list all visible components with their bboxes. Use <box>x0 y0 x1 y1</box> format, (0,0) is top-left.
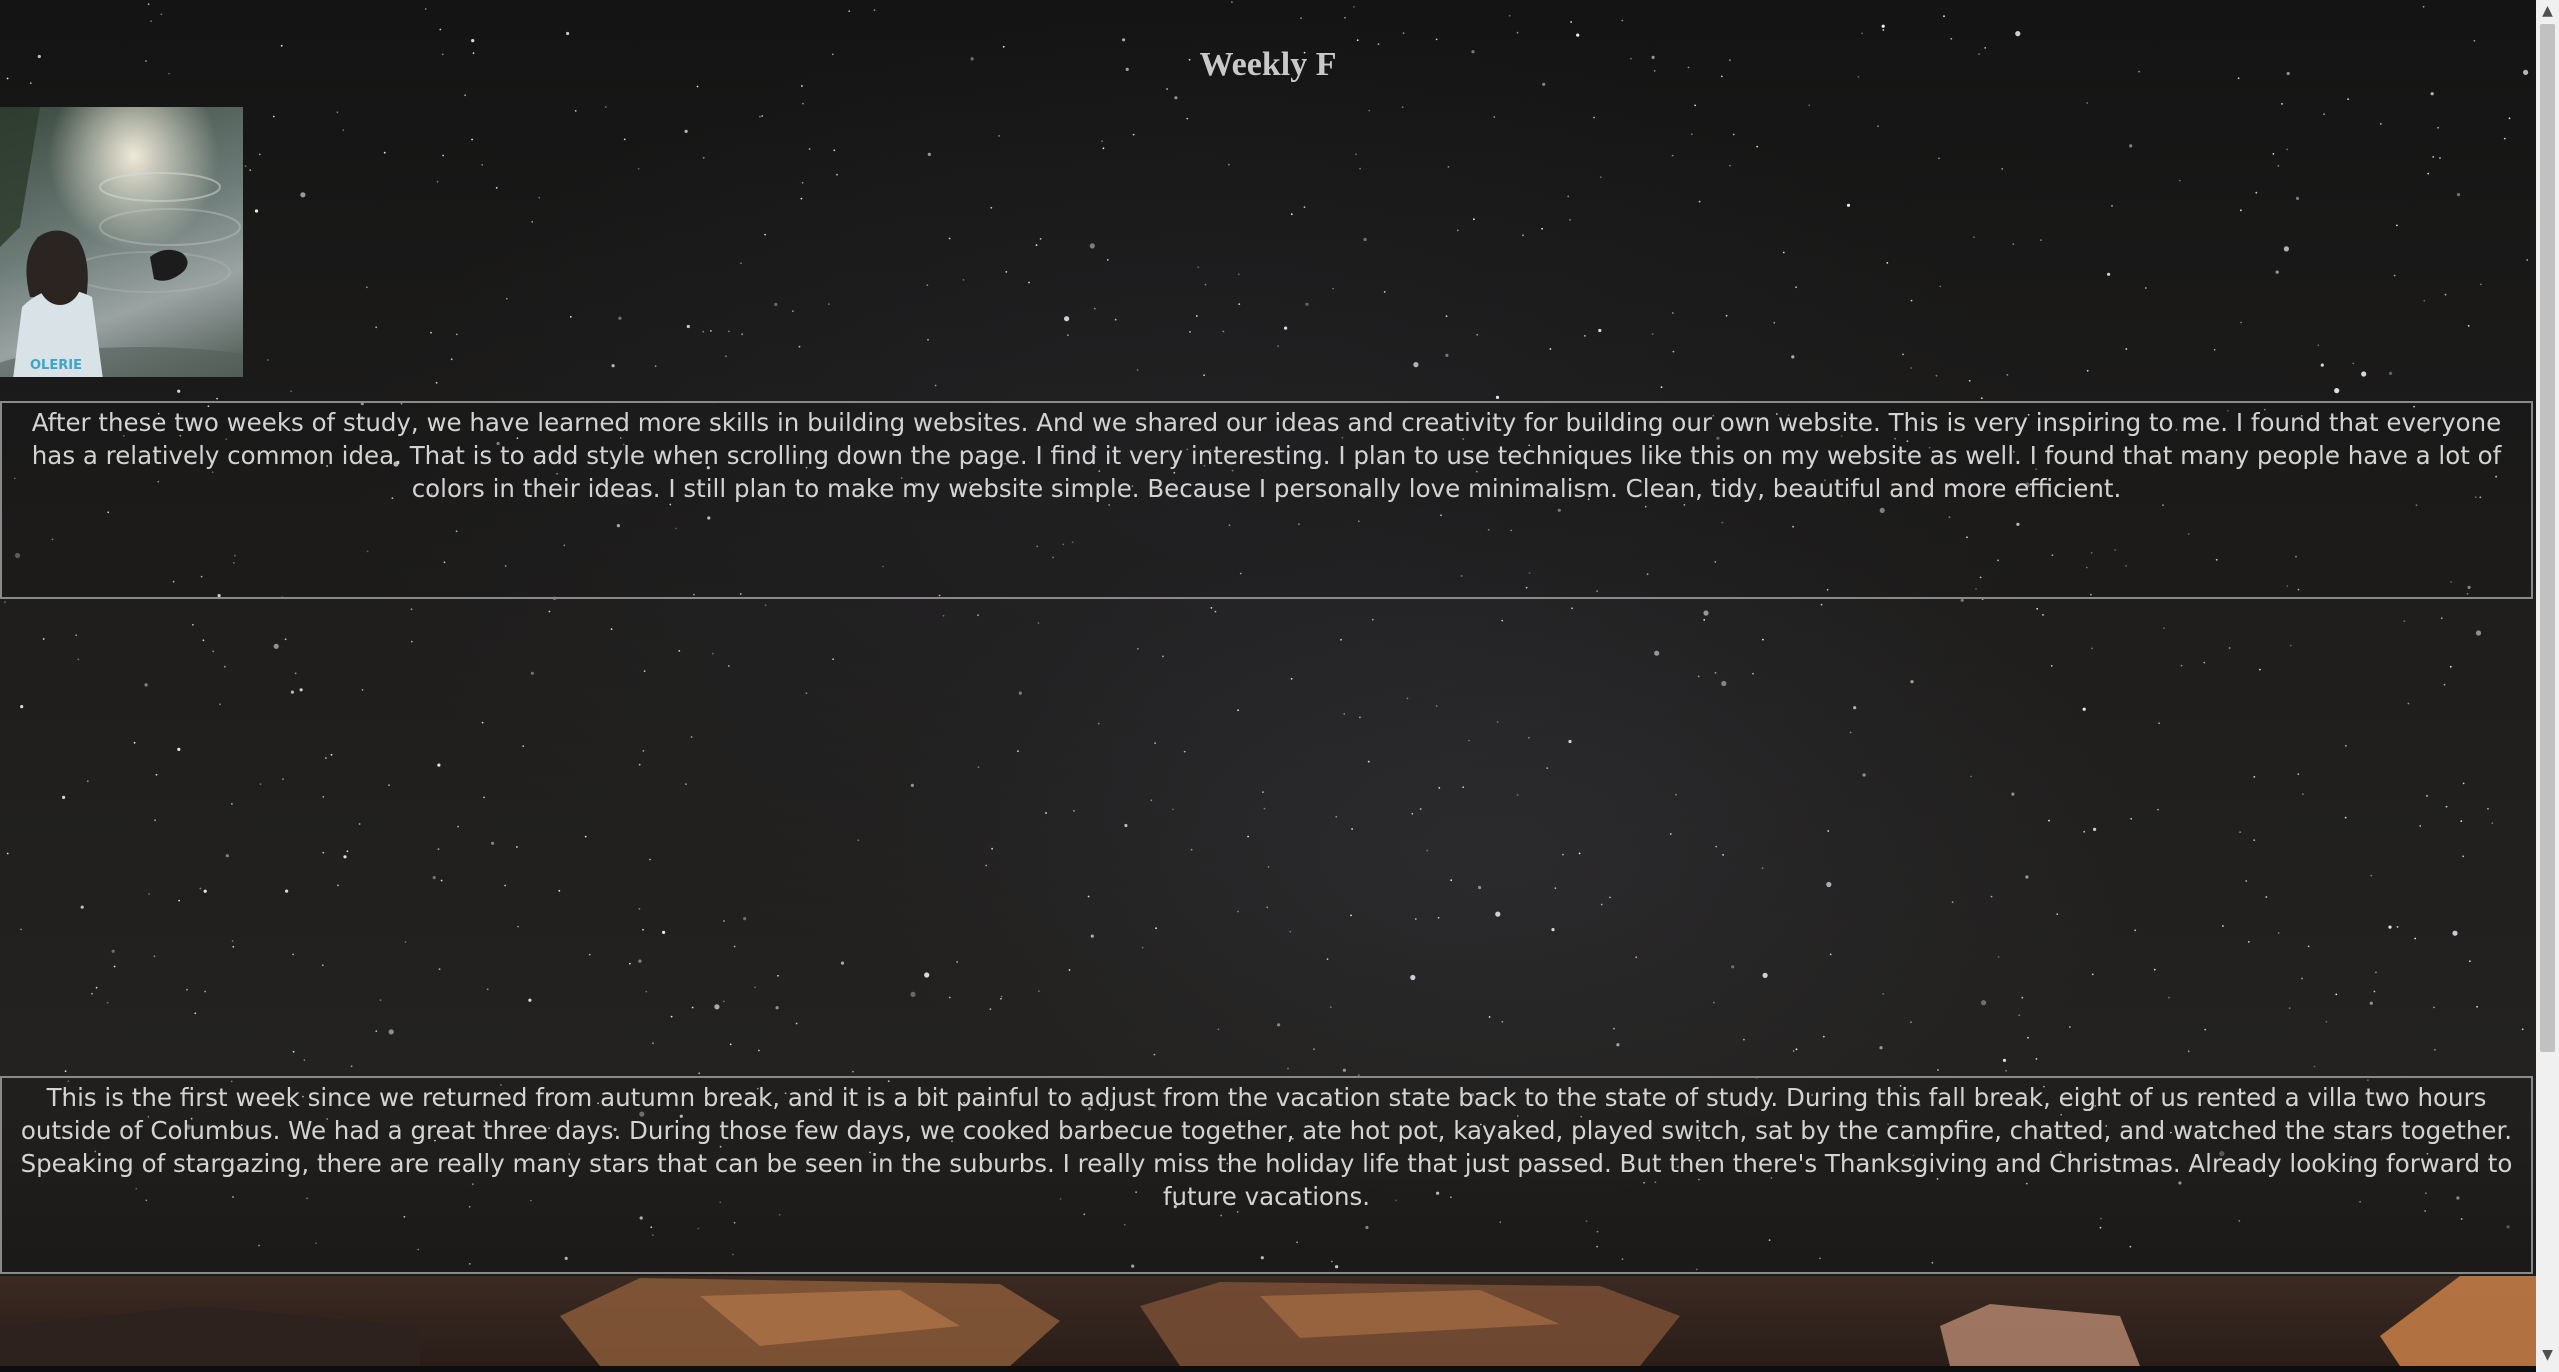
page-viewport: Weekly F OLERIE After these two weeks of… <box>0 0 2536 1366</box>
vertical-scrollbar[interactable]: ▲ ▼ <box>2536 0 2559 1372</box>
blog-paragraph-2: This is the first week since we returned… <box>0 1076 2533 1274</box>
scrollbar-thumb[interactable] <box>2540 24 2555 1052</box>
window-bottom-edge <box>0 1366 2536 1372</box>
blog-paragraph-1: After these two weeks of study, we have … <box>0 401 2533 599</box>
profile-photo: OLERIE <box>0 107 243 377</box>
rocky-ground-background <box>0 1276 2536 1366</box>
shirt-text: OLERIE <box>30 358 82 373</box>
arrow-down-icon[interactable]: ▼ <box>2536 1344 2559 1366</box>
arrow-up-icon[interactable]: ▲ <box>2536 0 2559 22</box>
page-title: Weekly F <box>1199 46 1337 83</box>
